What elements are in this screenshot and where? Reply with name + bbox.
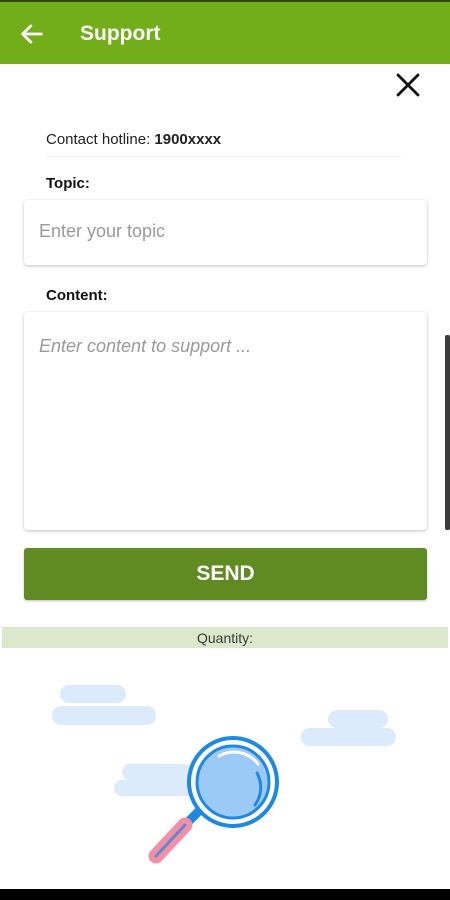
close-icon[interactable]	[393, 70, 423, 100]
content-textarea[interactable]	[37, 334, 416, 528]
hotline-number[interactable]: 1900xxxx	[154, 131, 221, 148]
scrollbar[interactable]	[445, 335, 450, 530]
system-nav-bar	[0, 889, 450, 900]
contact-hotline: Contact hotline: 1900xxxx	[46, 131, 221, 148]
magnifier-icon	[148, 736, 279, 864]
arrow-left-icon[interactable]	[18, 20, 46, 48]
send-button[interactable]: SEND	[24, 548, 427, 600]
topic-card	[24, 200, 427, 265]
app-header: Support	[0, 0, 450, 64]
hotline-label: Contact hotline:	[46, 131, 151, 148]
content-card	[24, 312, 427, 530]
quantity-bar: Quantity:	[2, 627, 448, 648]
topic-input[interactable]	[37, 220, 416, 243]
divider	[46, 156, 401, 157]
topic-label: Topic:	[46, 175, 90, 192]
page-title: Support	[80, 22, 161, 45]
empty-state-illustration	[52, 685, 396, 864]
quantity-label: Quantity:	[196, 629, 254, 646]
content-label: Content:	[46, 287, 108, 304]
